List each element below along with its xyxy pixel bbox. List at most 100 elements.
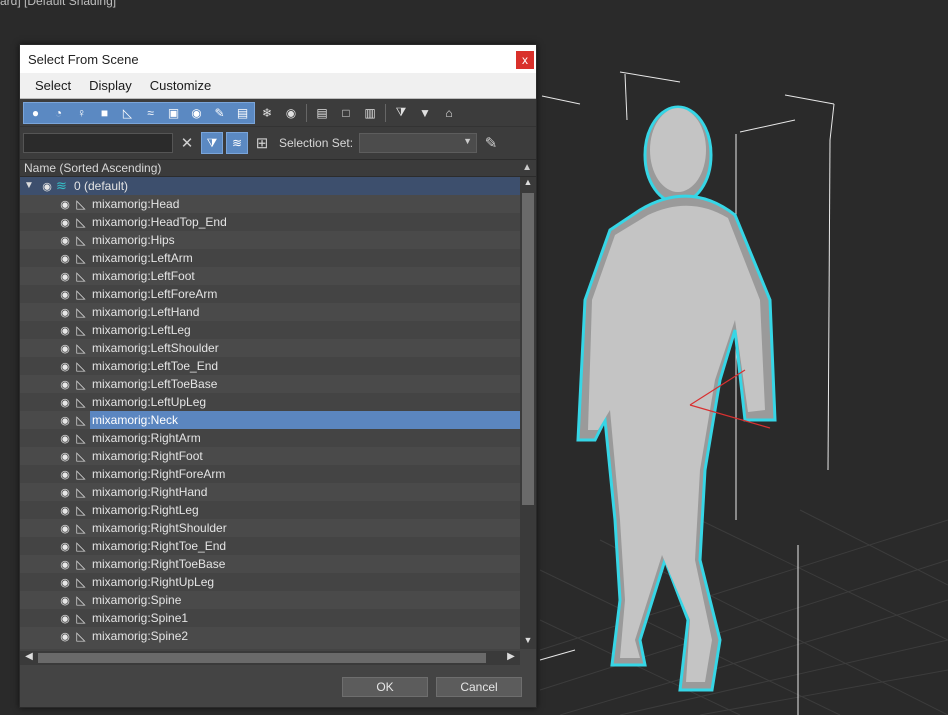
eye-icon[interactable]: ◉ [58,522,72,535]
eye-icon[interactable]: ◉ [58,558,72,571]
eye-icon[interactable]: ◉ [58,324,72,337]
eye-icon[interactable]: ◉ [58,576,72,589]
eye-icon[interactable]: ◉ [58,270,72,283]
display-all-icon[interactable]: ▤ [310,103,334,123]
invert-display-icon[interactable]: ▥ [358,103,382,123]
eye-icon[interactable]: ◉ [58,486,72,499]
display-none-icon[interactable]: □ [334,103,358,123]
eye-icon[interactable]: ◉ [58,594,72,607]
eye-icon[interactable]: ◉ [58,468,72,481]
eye-icon[interactable]: ◉ [58,342,72,355]
layer-view-icon[interactable]: ≋ [226,132,248,154]
funnel-icon[interactable]: ▼ [413,103,437,123]
layers-icon[interactable]: ⌂ [437,103,461,123]
hierarchy-icon[interactable]: ⊞ [251,132,273,154]
search-input[interactable] [23,133,173,153]
list-item-label: mixamorig:LeftForeArm [92,287,218,301]
scroll-thumb[interactable] [522,193,534,505]
list-item[interactable]: ◉ ◺ mixamorig:HeadTop_End [20,213,520,231]
list-item-partial[interactable]: ◉ Circulatory System [20,645,520,649]
bone-icon: ◺ [76,323,86,337]
eye-icon[interactable]: ◉ [58,378,72,391]
list-item[interactable]: ◉ ◺ mixamorig:RightLeg [20,501,520,519]
list-item[interactable]: ◉ ◺ mixamorig:LeftArm [20,249,520,267]
eye-icon[interactable]: ◉ [58,414,72,427]
scroll-up-icon[interactable]: ▲ [520,177,536,191]
menu-display[interactable]: Display [80,78,141,93]
list-item[interactable]: ◉ ◺ mixamorig:RightShoulder [20,519,520,537]
clear-search-icon[interactable]: ✕ [176,132,198,154]
groups-icon[interactable]: ▤ [231,103,254,123]
eye-icon[interactable]: ◉ [58,360,72,373]
list-item[interactable]: ◉ ◺ mixamorig:LeftUpLeg [20,393,520,411]
list-item[interactable]: ◉ ◺ mixamorig:Spine2 [20,627,520,645]
ok-button[interactable]: OK [342,677,428,697]
dialog-titlebar[interactable]: Select From Scene x [20,45,536,73]
scroll-left-icon[interactable]: ◀ [22,651,36,665]
list-item[interactable]: ◉ ◺ mixamorig:LeftFoot [20,267,520,285]
hidden-icon[interactable]: ◉ [279,103,303,123]
list-item[interactable]: ◉ ◺ mixamorig:Head [20,195,520,213]
scene-tree[interactable]: ▼ ◉ ≋ 0 (default) ◉ ◺ mixamorig:Head ◉ ◺ mixamori… [20,177,520,649]
containers-icon[interactable]: ✎ [208,103,231,123]
filter-toggle-icon[interactable]: ⧩ [201,132,223,154]
space-warps-icon[interactable]: ▣ [162,103,185,123]
list-item[interactable]: ◉ ◺ mixamorig:RightForeArm [20,465,520,483]
edit-selection-set-icon[interactable]: ✎ [480,132,502,154]
shapes-icon[interactable]: ◔ [47,103,70,123]
filter-icon[interactable]: ⧩ [389,103,413,123]
list-item[interactable]: ◉ ◺ mixamorig:RightToe_End [20,537,520,555]
expand-arrow-icon[interactable]: ▼ [24,180,34,191]
eye-icon[interactable]: ◉ [58,234,72,247]
list-item[interactable]: ◉ ◺ mixamorig:RightHand [20,483,520,501]
lights-icon[interactable]: ♀ [70,103,93,123]
column-header-name[interactable]: Name (Sorted Ascending) ▲ [20,159,536,177]
eye-icon[interactable]: ◉ [58,630,72,643]
list-item[interactable]: ◉ ◺ mixamorig:Spine1 [20,609,520,627]
list-item[interactable]: ◉ ◺ mixamorig:Spine [20,591,520,609]
eye-icon[interactable]: ◉ [58,432,72,445]
geometry-icon[interactable]: ● [24,103,47,123]
list-item[interactable]: ◉ ◺ mixamorig:LeftForeArm [20,285,520,303]
layer-row[interactable]: ▼ ◉ ≋ 0 (default) [20,177,520,195]
eye-icon[interactable]: ◉ [58,396,72,409]
eye-icon[interactable]: ◉ [58,540,72,553]
list-item[interactable]: ◉ ◺ mixamorig:LeftShoulder [20,339,520,357]
bones-icon[interactable]: ◺ [116,103,139,123]
selection-set-dropdown[interactable]: ▼ [359,133,478,153]
helpers-icon[interactable]: ≈ [139,103,162,123]
eye-icon[interactable]: ◉ [58,306,72,319]
list-item[interactable]: ◉ ◺ mixamorig:LeftLeg [20,321,520,339]
eye-icon[interactable]: ◉ [40,180,54,193]
list-item[interactable]: ◉ ◺ mixamorig:RightToeBase [20,555,520,573]
eye-icon[interactable]: ◉ [58,216,72,229]
close-button[interactable]: x [516,51,534,69]
menu-customize[interactable]: Customize [141,78,220,93]
list-item[interactable]: ◉ ◺ mixamorig:RightUpLeg [20,573,520,591]
eye-icon[interactable]: ◉ [40,648,54,650]
eye-icon[interactable]: ◉ [58,450,72,463]
xref-icon[interactable]: ◉ [185,103,208,123]
eye-icon[interactable]: ◉ [58,252,72,265]
scroll-right-icon[interactable]: ▶ [504,651,518,665]
list-item[interactable]: ◉ ◺ mixamorig:LeftToeBase [20,375,520,393]
eye-icon[interactable]: ◉ [58,504,72,517]
list-item[interactable]: ◉ ◺ mixamorig:LeftHand [20,303,520,321]
list-item[interactable]: ◉ ◺ mixamorig:RightFoot [20,447,520,465]
list-item[interactable]: ◉ ◺ mixamorig:LeftToe_End [20,357,520,375]
hscroll-thumb[interactable] [38,653,486,663]
menu-select[interactable]: Select [26,78,80,93]
eye-icon[interactable]: ◉ [58,198,72,211]
list-item[interactable]: ◉ ◺ mixamorig:Hips [20,231,520,249]
eye-icon[interactable]: ◉ [58,612,72,625]
list-item[interactable]: ◉ ◺ mixamorig:RightArm [20,429,520,447]
eye-icon[interactable]: ◉ [58,288,72,301]
cancel-button[interactable]: Cancel [436,677,522,697]
vertical-scrollbar[interactable]: ▲ ▼ [520,177,536,649]
scroll-down-icon[interactable]: ▼ [520,635,536,649]
list-item-label: mixamorig:RightLeg [92,503,199,517]
frozen-icon[interactable]: ❄ [255,103,279,123]
cameras-icon[interactable]: ■ [93,103,116,123]
horizontal-scrollbar[interactable]: ◀ ▶ [20,651,520,665]
list-item[interactable]: ◉ ◺ mixamorig:Neck [20,411,520,429]
